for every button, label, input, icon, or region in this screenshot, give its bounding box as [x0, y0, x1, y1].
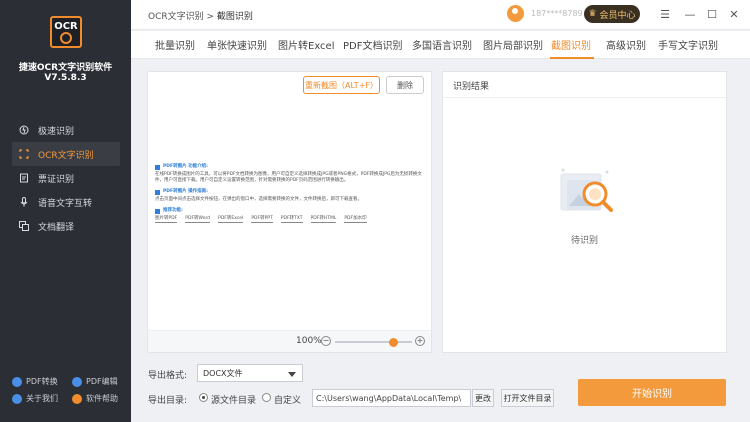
- sidebar-item-ocr[interactable]: OCR文字识别: [12, 142, 120, 166]
- export-format-label: 导出格式:: [148, 371, 188, 381]
- export-path-input[interactable]: C:\Users\wang\AppData\Local\Temp\: [312, 389, 471, 407]
- radio-source-dir[interactable]: [199, 393, 208, 402]
- sidebar-item-fast-ocr[interactable]: 极速识别: [12, 118, 120, 142]
- pdf-convert-link[interactable]: PDF转换: [12, 376, 72, 387]
- tab-image-excel[interactable]: 图片转Excel: [278, 37, 335, 52]
- close-button[interactable]: ✕: [726, 6, 742, 22]
- info-icon: [12, 393, 22, 404]
- breadcrumb: OCR文字识别 > 截图识别: [148, 9, 253, 22]
- zoom-slider[interactable]: [335, 338, 412, 347]
- tab-batch[interactable]: 批量识别: [155, 37, 195, 52]
- function-tabs: 批量识别 单张快速识别 图片转Excel PDF文档识别 多国语言识别 图片局部…: [131, 31, 750, 59]
- open-dir-button[interactable]: 打开文件目录: [501, 389, 554, 407]
- active-tab-indicator: [550, 57, 594, 59]
- sidebar-item-label: OCR文字识别: [38, 150, 94, 161]
- bullet-icon: [155, 189, 160, 195]
- zoom-in-icon[interactable]: +: [415, 336, 425, 346]
- user-phone: 187****8789: [531, 9, 583, 18]
- sidebar-item-label: 极速识别: [38, 126, 75, 137]
- breadcrumb-current: 截图识别: [216, 12, 253, 22]
- pdf-edit-icon: [72, 376, 82, 387]
- doc-paragraph: 点击页面中间点击选择文件按钮，在弹出的窗口中，选择需要转换的文件，文件转换后，即…: [155, 197, 362, 202]
- tab-partial-image[interactable]: 图片局部识别: [483, 37, 543, 52]
- export-format-select[interactable]: DOCX文件: [197, 364, 303, 382]
- logo-text: OCR: [54, 21, 78, 32]
- sidebar-item-label: 文档翻译: [38, 222, 75, 233]
- zoom-slider-handle[interactable]: [388, 338, 398, 347]
- waiting-illustration-icon: [555, 160, 619, 222]
- microphone-icon: [18, 196, 30, 208]
- help-link[interactable]: 软件帮助: [72, 393, 132, 404]
- sidebar-item-label: 票证识别: [38, 174, 75, 185]
- screenshot-preview-panel: 重新截图（ALT+F） 删除 PDF转图片 功能介绍: 在线PDF转换成图片的工…: [147, 71, 432, 353]
- sidebar-item-translate[interactable]: 文档翻译: [12, 214, 120, 238]
- vip-center-button[interactable]: ♛ 会员中心: [584, 5, 640, 23]
- breadcrumb-separator: >: [206, 12, 215, 22]
- receipt-icon: [18, 172, 30, 184]
- zoom-percent: 100%: [296, 336, 322, 346]
- tab-pdf-doc[interactable]: PDF文档识别: [343, 37, 402, 52]
- help-icon: [72, 393, 82, 404]
- sidebar-item-speech[interactable]: 语音文字互转: [12, 190, 120, 214]
- maximize-button[interactable]: ☐: [704, 6, 720, 22]
- about-link[interactable]: 关于我们: [12, 393, 72, 404]
- breadcrumb-root[interactable]: OCR文字识别: [148, 12, 204, 22]
- delete-button[interactable]: 删除: [386, 76, 424, 94]
- minimize-button[interactable]: —: [682, 6, 698, 22]
- translate-icon: [18, 220, 30, 232]
- result-panel: 识别结果 待识别: [442, 71, 727, 353]
- tab-single-fast[interactable]: 单张快速识别: [207, 37, 267, 52]
- radio-source-dir-label[interactable]: 源文件目录: [211, 393, 256, 406]
- app-name: 捷速OCR文字识别软件: [18, 63, 113, 73]
- sidebar: OCR 捷速OCR文字识别软件 V7.5.8.3 极速识别 OCR文字识别 票证…: [0, 0, 131, 422]
- radio-custom-dir[interactable]: [262, 393, 271, 402]
- app-version: V7.5.8.3: [44, 73, 87, 83]
- pdf-edit-link[interactable]: PDF编辑: [72, 376, 132, 387]
- change-dir-button[interactable]: 更改: [472, 389, 494, 407]
- crown-icon: ♛: [588, 9, 597, 19]
- menu-icon[interactable]: ☰: [657, 6, 673, 22]
- chevron-down-icon: [288, 372, 296, 377]
- sidebar-nav: 极速识别 OCR文字识别 票证识别 语音文字互转 文档翻译: [12, 118, 120, 238]
- captured-document: PDF转图片 功能介绍: 在线PDF转换成图片的工具，可以将PDF文档转换为图像…: [155, 159, 425, 223]
- lightning-icon: [18, 124, 30, 136]
- result-title: 识别结果: [453, 82, 490, 92]
- tab-multilang[interactable]: 多国语言识别: [412, 37, 472, 52]
- sidebar-item-label: 语音文字互转: [38, 198, 93, 209]
- sidebar-bottom-links: PDF转换 PDF编辑 关于我们 软件帮助: [12, 376, 127, 404]
- header-bar: OCR文字识别 > 截图识别 187****8789 ♛ 会员中心 ☰ — ☐ …: [131, 0, 750, 30]
- doc-paragraph: 在线PDF转换成图片的工具，可以将PDF文档转换为图像，用户可自定义选择转换成J…: [155, 172, 422, 183]
- radio-custom-dir-label[interactable]: 自定义: [274, 393, 301, 406]
- bullet-icon: [155, 208, 160, 214]
- tab-advanced[interactable]: 高级识别: [606, 37, 646, 52]
- bullet-icon: [155, 164, 160, 170]
- waiting-label: 待识别: [570, 236, 598, 246]
- recapture-button[interactable]: 重新截图（ALT+F）: [303, 76, 380, 94]
- ocr-scan-icon: [18, 148, 30, 160]
- zoom-bar: 100% − +: [148, 330, 431, 352]
- sidebar-item-receipt[interactable]: 票证识别: [12, 166, 120, 190]
- export-dir-label: 导出目录:: [148, 396, 188, 406]
- avatar[interactable]: [507, 5, 524, 22]
- pdf-convert-icon: [12, 376, 22, 387]
- tab-handwriting[interactable]: 手写文字识别: [658, 37, 718, 52]
- app-logo: OCR: [50, 16, 82, 48]
- recommended-links: 图片转PDF PDF转Word PDF转Excel PDF转PPT PDF转TX…: [155, 216, 367, 223]
- zoom-out-icon[interactable]: −: [321, 336, 331, 346]
- tab-screenshot[interactable]: 截图识别: [551, 37, 591, 52]
- start-recognition-button[interactable]: 开始识别: [578, 379, 726, 406]
